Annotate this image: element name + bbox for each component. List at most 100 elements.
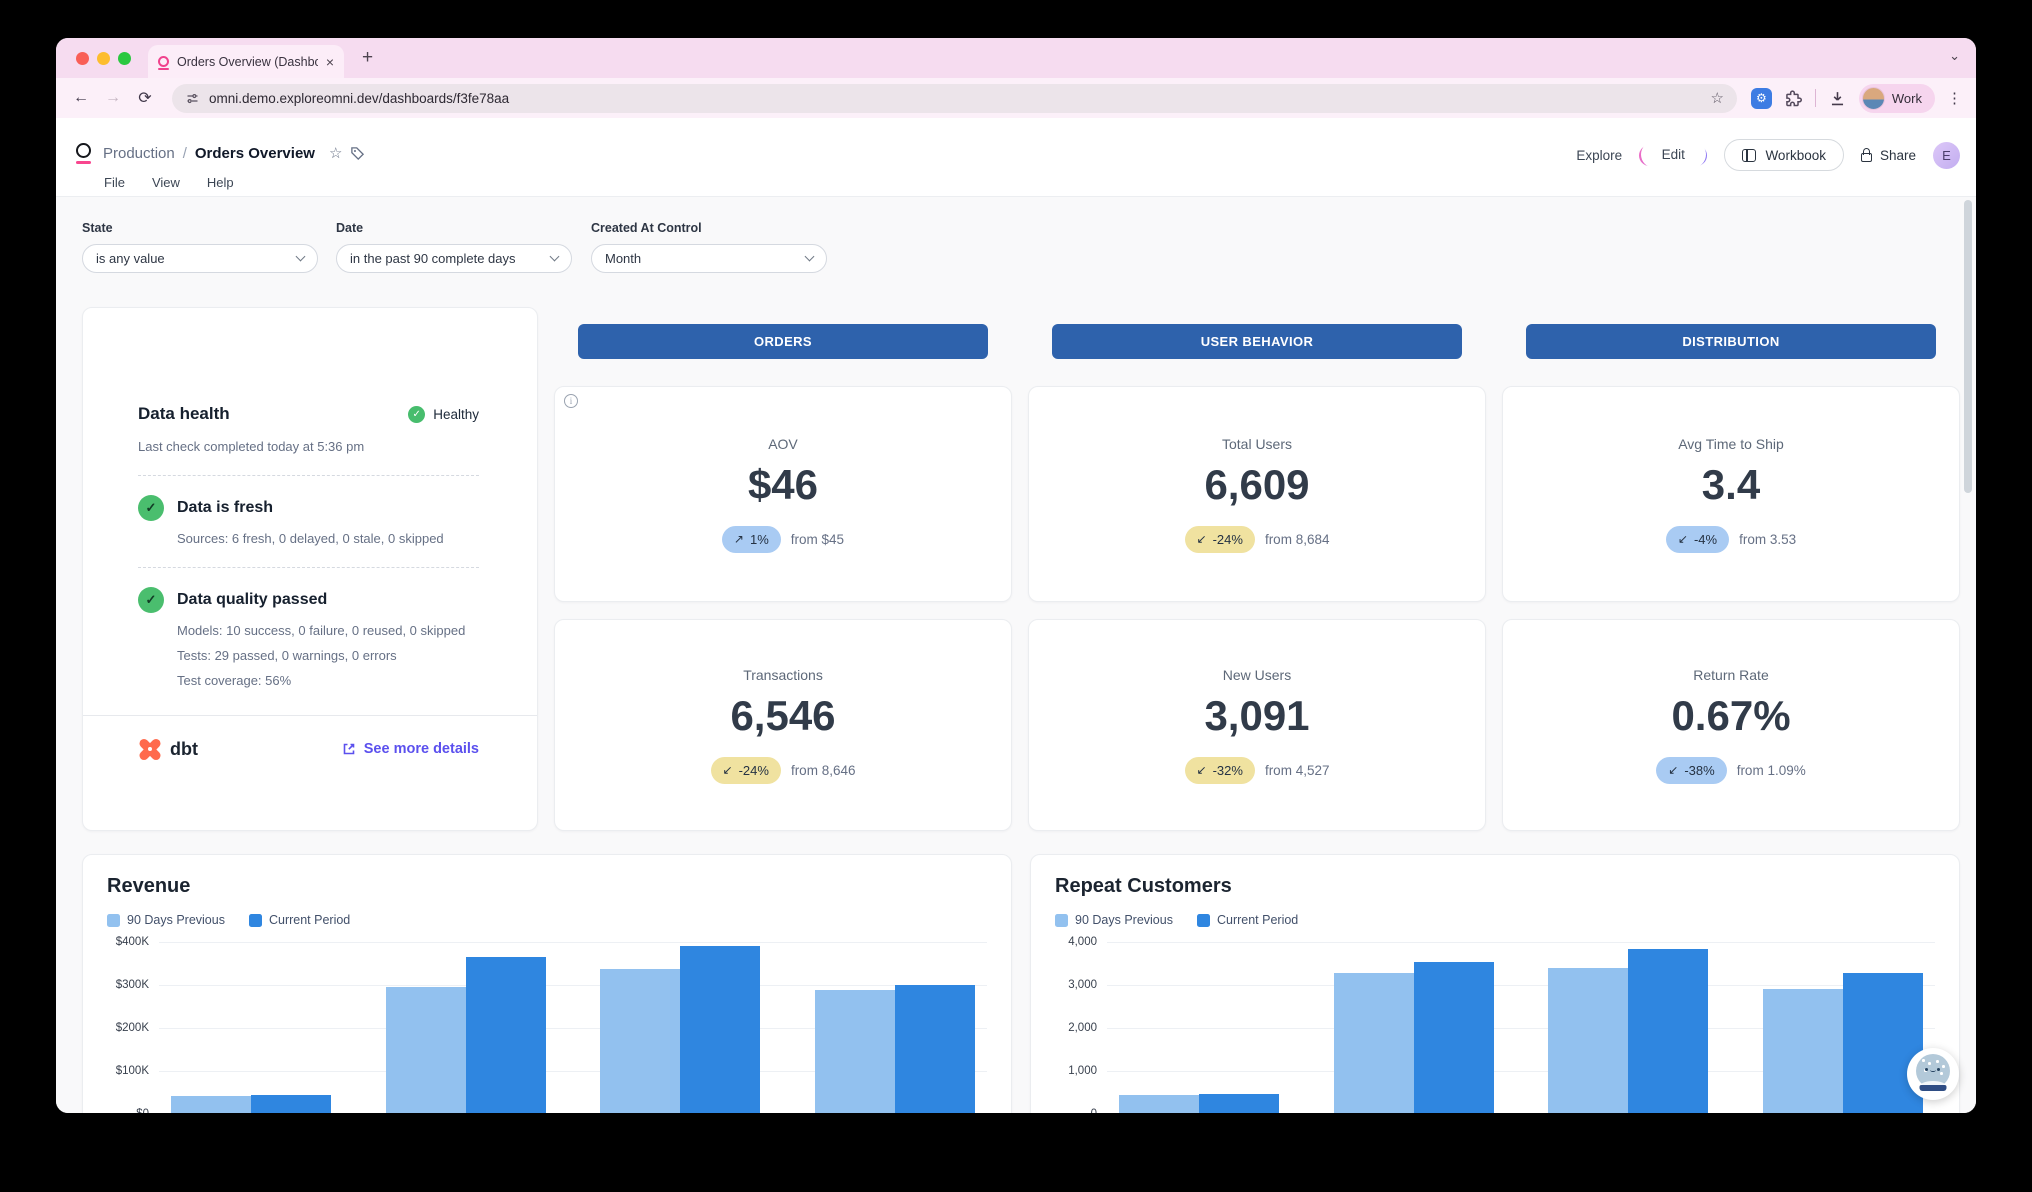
edit-button[interactable]: Edit bbox=[1639, 145, 1707, 166]
legend-label: 90 Days Previous bbox=[127, 913, 225, 927]
browser-window: Orders Overview (Dashboard) × + ⌄ ← → ⟳ … bbox=[56, 38, 1976, 1113]
filter-label: Date bbox=[336, 221, 572, 235]
forward-button[interactable]: → bbox=[100, 89, 126, 107]
created-at-filter-dropdown[interactable]: Month bbox=[591, 244, 827, 273]
kpi-label: Total Users bbox=[1222, 436, 1292, 452]
legend-item: Current Period bbox=[249, 913, 350, 927]
kpi-previous-value: from 4,527 bbox=[1265, 763, 1330, 778]
arrow-down-left-icon: ↙ bbox=[1197, 532, 1207, 546]
chat-widget-button[interactable] bbox=[1907, 1048, 1959, 1100]
check-detail: Test coverage: 56% bbox=[177, 673, 479, 688]
kpi-previous-value: from $45 bbox=[791, 532, 844, 547]
repeat-customers-chart-card: Repeat Customers 90 Days Previous Curren… bbox=[1030, 854, 1960, 1113]
kpi-card-transactions: Transactions6,546↙-24%from 8,646 bbox=[554, 619, 1012, 831]
y-tick-label: 1,000 bbox=[1068, 1065, 1097, 1077]
minimize-window-button[interactable] bbox=[97, 52, 110, 65]
explore-button[interactable]: Explore bbox=[1576, 148, 1622, 163]
dbt-logo-icon bbox=[138, 737, 162, 761]
tune-icon[interactable] bbox=[185, 91, 200, 106]
kpi-previous-value: from 1.09% bbox=[1737, 763, 1806, 778]
tab-search-chevron-icon[interactable]: ⌄ bbox=[1949, 48, 1960, 64]
bar-current-period bbox=[1414, 962, 1494, 1113]
kpi-card-new-users: New Users3,091↙-32%from 4,527 bbox=[1028, 619, 1486, 831]
arrow-down-left-icon: ↙ bbox=[723, 763, 733, 777]
chevron-down-icon bbox=[296, 252, 306, 262]
reload-button[interactable]: ⟳ bbox=[132, 88, 158, 108]
user-avatar[interactable]: E bbox=[1933, 142, 1960, 169]
bookmark-star-icon[interactable]: ☆ bbox=[1710, 89, 1723, 107]
check-icon: ✓ bbox=[138, 587, 164, 613]
browser-menu-icon[interactable]: ⋮ bbox=[1947, 89, 1962, 107]
kpi-previous-value: from 3.53 bbox=[1739, 532, 1796, 547]
profile-avatar bbox=[1862, 87, 1885, 110]
tab-close-icon[interactable]: × bbox=[326, 54, 334, 70]
y-tick-label: 3,000 bbox=[1068, 979, 1097, 991]
kpi-value: 0.67% bbox=[1671, 692, 1790, 740]
menu-view[interactable]: View bbox=[152, 175, 180, 190]
menu-help[interactable]: Help bbox=[207, 175, 234, 190]
maximize-window-button[interactable] bbox=[118, 52, 131, 65]
new-tab-button[interactable]: + bbox=[362, 47, 373, 69]
y-tick-label: $200K bbox=[116, 1022, 149, 1034]
menu-bar: File View Help bbox=[104, 175, 234, 190]
browser-profile-chip[interactable]: Work bbox=[1859, 84, 1935, 113]
legend-label: 90 Days Previous bbox=[1075, 913, 1173, 927]
download-icon[interactable] bbox=[1828, 89, 1847, 108]
profile-name: Work bbox=[1892, 91, 1922, 106]
data-health-title: Data health bbox=[138, 404, 230, 424]
kpi-change-badge: ↙-38% bbox=[1656, 757, 1726, 784]
address-bar[interactable]: omni.demo.exploreomni.dev/dashboards/f3f… bbox=[172, 84, 1737, 113]
revenue-chart-card: Revenue 90 Days Previous Current Period … bbox=[82, 854, 1012, 1113]
bar-current-period bbox=[680, 946, 760, 1113]
chart-title: Revenue bbox=[107, 875, 987, 898]
close-window-button[interactable] bbox=[76, 52, 89, 65]
filter-label: Created At Control bbox=[591, 221, 827, 235]
bar-previous-period bbox=[1334, 973, 1414, 1113]
favorite-star-icon[interactable]: ☆ bbox=[329, 144, 342, 162]
see-more-details-link[interactable]: See more details bbox=[342, 741, 479, 757]
bar-previous-period bbox=[815, 990, 895, 1113]
check-detail: Sources: 6 fresh, 0 delayed, 0 stale, 0 … bbox=[177, 531, 479, 546]
chevron-down-icon bbox=[805, 252, 815, 262]
y-tick-label: $0 bbox=[136, 1108, 149, 1113]
last-check-text: Last check completed today at 5:36 pm bbox=[138, 439, 479, 454]
state-filter-dropdown[interactable]: is any value bbox=[82, 244, 318, 273]
kpi-change-badge: ↙-4% bbox=[1666, 526, 1729, 553]
kpi-value: 3,091 bbox=[1204, 692, 1309, 740]
info-icon[interactable]: i bbox=[564, 394, 578, 408]
legend-item: 90 Days Previous bbox=[1055, 913, 1173, 927]
scrollbar-thumb[interactable] bbox=[1964, 200, 1972, 493]
omni-logo[interactable] bbox=[76, 143, 91, 158]
date-filter-dropdown[interactable]: in the past 90 complete days bbox=[336, 244, 572, 273]
arrow-down-left-icon: ↙ bbox=[1197, 763, 1207, 777]
column-orders: ORDERS iAOV$46↗1%from $45Transactions6,5… bbox=[554, 324, 1012, 831]
kpi-change-row: ↙-32%from 4,527 bbox=[1185, 757, 1330, 784]
tag-icon[interactable] bbox=[350, 146, 365, 161]
bar-group bbox=[1334, 942, 1494, 1113]
y-tick-label: 0 bbox=[1091, 1108, 1097, 1113]
extensions-puzzle-icon[interactable] bbox=[1784, 89, 1803, 108]
divider bbox=[138, 567, 479, 568]
breadcrumb-project[interactable]: Production bbox=[103, 145, 175, 162]
back-button[interactable]: ← bbox=[68, 89, 94, 107]
section-header-distribution: DISTRIBUTION bbox=[1526, 324, 1936, 359]
browser-tab[interactable]: Orders Overview (Dashboard) × bbox=[148, 45, 344, 78]
kpi-label: AOV bbox=[768, 436, 798, 452]
health-status-badge: ✓ Healthy bbox=[408, 406, 479, 423]
y-tick-label: $400K bbox=[116, 936, 149, 948]
bar-series bbox=[1107, 942, 1935, 1113]
extension-icon[interactable]: ⚙ bbox=[1751, 88, 1772, 109]
legend-label: Current Period bbox=[269, 913, 350, 927]
share-button[interactable]: Share bbox=[1861, 148, 1916, 163]
chart-title: Repeat Customers bbox=[1055, 875, 1935, 898]
filter-date: Date in the past 90 complete days bbox=[336, 221, 572, 273]
kpi-previous-value: from 8,646 bbox=[791, 763, 856, 778]
chevron-down-icon bbox=[550, 252, 560, 262]
section-header-user-behavior: USER BEHAVIOR bbox=[1052, 324, 1462, 359]
kpi-label: Return Rate bbox=[1693, 667, 1768, 683]
workbook-button[interactable]: Workbook bbox=[1724, 139, 1844, 171]
kpi-change-row: ↙-24%from 8,684 bbox=[1185, 526, 1330, 553]
menu-file[interactable]: File bbox=[104, 175, 125, 190]
filter-created-at: Created At Control Month bbox=[591, 221, 827, 273]
kpi-label: Avg Time to Ship bbox=[1678, 436, 1784, 452]
